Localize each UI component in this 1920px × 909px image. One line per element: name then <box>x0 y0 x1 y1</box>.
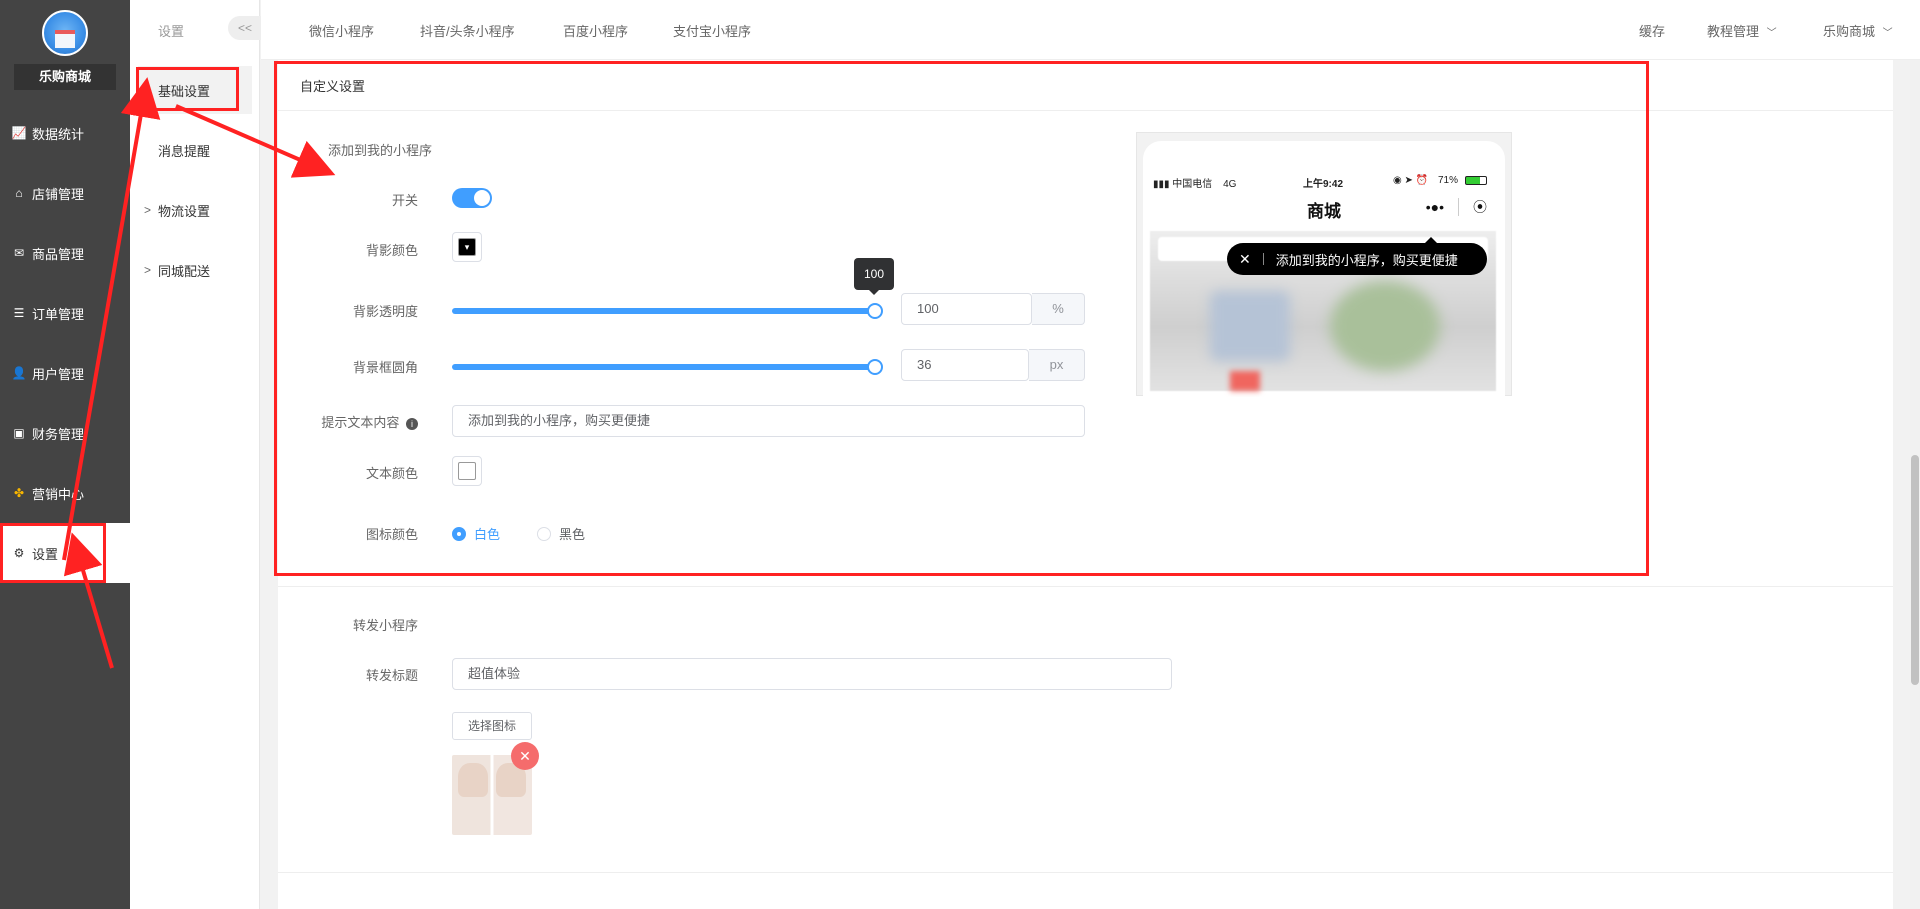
divider <box>278 586 1893 587</box>
sidebar-item-marketing[interactable]: ✤ 营销中心 <box>0 463 130 523</box>
tab-wechat[interactable]: 微信小程序 <box>309 21 374 40</box>
marketing-icon: ✤ <box>13 486 25 500</box>
order-icon: ☰ <box>13 306 25 320</box>
goods-icon: ✉ <box>13 246 25 260</box>
sidebar-item-label: 财务管理 <box>32 426 85 442</box>
top-bar: 微信小程序 抖音/头条小程序 百度小程序 支付宝小程序 缓存 教程管理 ﹀ 乐购… <box>261 0 1920 60</box>
sidebar-item-label: 店铺管理 <box>32 186 85 202</box>
sub-sidebar-title: 设置 <box>158 24 185 39</box>
cache-link[interactable]: 缓存 <box>1639 21 1665 40</box>
app-root: 乐购商城 📈 数据统计 ⌂ 店铺管理 ✉ 商品管理 ☰ 订单管理 👤 用户管理 … <box>0 0 1920 909</box>
shop-menu-label: 乐购商城 <box>1823 24 1876 39</box>
page-scrollbar[interactable] <box>1910 60 1920 909</box>
sidebar-item-stats[interactable]: 📈 数据统计 <box>0 103 130 163</box>
sidebar-item-store[interactable]: ⌂ 店铺管理 <box>0 163 130 223</box>
scrollbar-thumb[interactable] <box>1911 455 1919 685</box>
shop-logo <box>42 10 88 56</box>
user-icon: 👤 <box>11 366 27 380</box>
choose-icon-button[interactable]: 选择图标 <box>452 712 532 740</box>
line-chart-icon: 📈 <box>11 126 27 140</box>
thumbnail-figure <box>458 763 488 797</box>
remove-icon-button[interactable]: ✕ <box>511 742 539 770</box>
collapse-button[interactable]: << <box>228 16 262 40</box>
share-section-title: 转发小程序 <box>352 618 418 633</box>
divider <box>278 872 1893 873</box>
tab-baidu[interactable]: 百度小程序 <box>563 21 628 40</box>
share-title-label: 转发标题 <box>365 668 418 683</box>
sub-item-logistics[interactable]: > 物流设置 <box>130 186 260 234</box>
sub-sidebar: 设置 << 基础设置 消息提醒 > 物流设置 > 同城配送 <box>130 0 262 909</box>
finance-icon: ▣ <box>13 426 25 440</box>
annotation-box-settings <box>0 523 106 583</box>
chevron-right-icon: > <box>144 203 152 217</box>
store-icon: ⌂ <box>15 186 23 200</box>
sidebar-item-users[interactable]: 👤 用户管理 <box>0 343 130 403</box>
chevron-right-icon: > <box>144 263 152 277</box>
tutorial-menu[interactable]: 教程管理 ﹀ <box>1707 21 1777 40</box>
sidebar-item-label: 商品管理 <box>32 246 85 262</box>
share-title-input[interactable]: 超值体验 <box>452 658 1172 690</box>
chevron-down-icon: ﹀ <box>1766 28 1777 39</box>
sub-item-label: 消息提醒 <box>158 143 211 159</box>
sidebar-item-label: 营销中心 <box>32 486 85 502</box>
tab-douyin[interactable]: 抖音/头条小程序 <box>420 21 515 40</box>
sidebar-item-orders[interactable]: ☰ 订单管理 <box>0 283 130 343</box>
sub-item-local-delivery[interactable]: > 同城配送 <box>130 246 260 294</box>
main-sidebar: 乐购商城 📈 数据统计 ⌂ 店铺管理 ✉ 商品管理 ☰ 订单管理 👤 用户管理 … <box>0 0 130 909</box>
sub-item-label: 物流设置 <box>158 203 211 219</box>
sub-item-label: 同城配送 <box>158 263 211 279</box>
tutorial-menu-label: 教程管理 <box>1707 24 1760 39</box>
sub-item-notifications[interactable]: 消息提醒 <box>130 126 260 174</box>
shop-menu[interactable]: 乐购商城 ﹀ <box>1823 21 1893 40</box>
annotation-box-basic-settings <box>136 67 239 111</box>
annotation-box-custom-settings <box>274 61 1649 576</box>
sidebar-item-label: 数据统计 <box>32 126 85 142</box>
sidebar-item-finance[interactable]: ▣ 财务管理 <box>0 403 130 463</box>
shop-name: 乐购商城 <box>14 64 116 90</box>
tab-alipay[interactable]: 支付宝小程序 <box>673 21 751 40</box>
sidebar-item-label: 订单管理 <box>32 306 85 322</box>
chevron-down-icon: ﹀ <box>1882 28 1893 39</box>
sidebar-item-label: 用户管理 <box>32 366 85 382</box>
sidebar-item-goods[interactable]: ✉ 商品管理 <box>0 223 130 283</box>
